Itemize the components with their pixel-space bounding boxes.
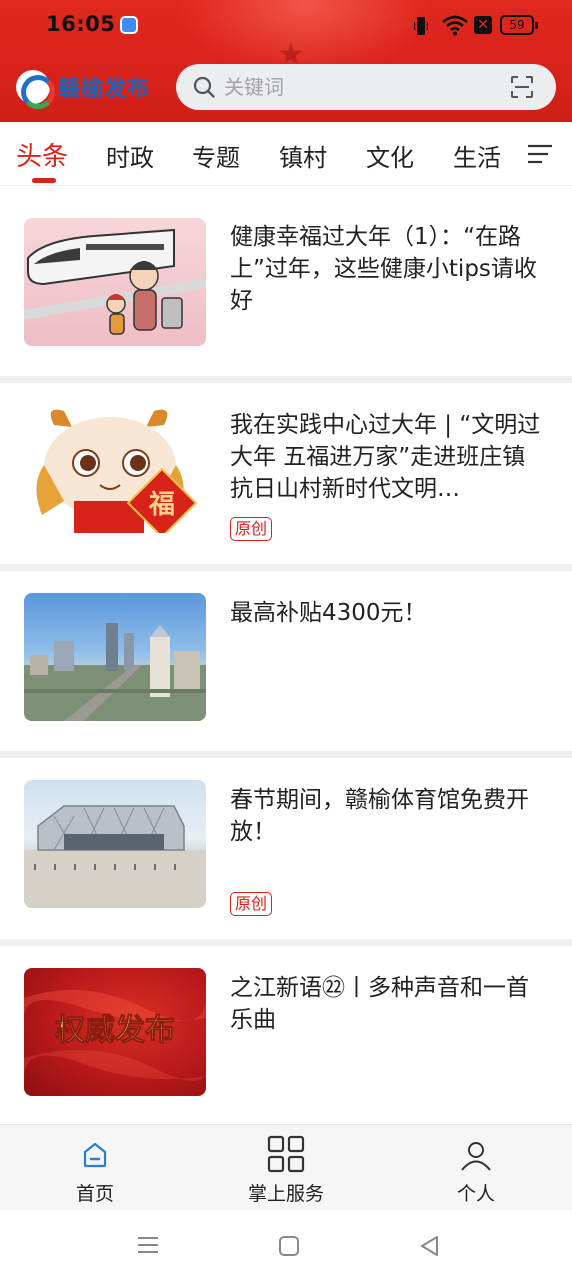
cartoon-train-image bbox=[24, 228, 206, 335]
article-title[interactable]: 之江新语㉒丨多种声音和一首乐曲 bbox=[230, 972, 548, 1036]
original-badge: 原创 bbox=[230, 517, 273, 541]
tab-politics[interactable]: 时政 bbox=[106, 138, 154, 173]
divider bbox=[0, 751, 572, 758]
divider bbox=[0, 939, 572, 946]
authority-release-image: 权威发布 bbox=[24, 990, 206, 1081]
article-thumbnail bbox=[24, 780, 206, 908]
ganyu-logo-icon bbox=[16, 70, 55, 109]
search-bar[interactable] bbox=[176, 64, 556, 110]
back-icon[interactable] bbox=[418, 1234, 440, 1258]
home-button-icon[interactable] bbox=[278, 1235, 300, 1257]
tab-towns[interactable]: 镇村 bbox=[279, 138, 327, 173]
list-item[interactable]: 福 我在实践中心过大年 | “文明过大年 五福进万家”走进班庄镇抗日山村新时代文… bbox=[0, 383, 572, 564]
divider bbox=[0, 376, 572, 383]
thumbnail-caption: 权威发布 bbox=[54, 1013, 175, 1048]
brand: 赣榆发布 bbox=[16, 68, 151, 109]
brand-name: 赣榆发布 bbox=[58, 77, 151, 102]
sim-error-icon: ✕ bbox=[474, 16, 492, 34]
tab-topics[interactable]: 专题 bbox=[192, 138, 240, 173]
home-icon bbox=[83, 1142, 107, 1168]
list-item[interactable]: 最高补贴4300元！ bbox=[0, 571, 572, 751]
person-icon bbox=[461, 1142, 491, 1171]
scan-icon[interactable] bbox=[510, 75, 534, 99]
channel-tabs: 头条 时政 专题 镇村 文化 生活 bbox=[0, 122, 572, 186]
nav-profile[interactable]: 个人 bbox=[406, 1125, 546, 1211]
channel-menu-icon[interactable] bbox=[526, 142, 554, 166]
app-notification-icon bbox=[120, 16, 138, 34]
cartoon-dragon-image: 福 bbox=[36, 409, 198, 533]
nav-services-label: 掌上服务 bbox=[247, 1183, 324, 1205]
vibrate-icon bbox=[414, 17, 428, 35]
bottom-nav: 首页 掌上服务 个人 bbox=[0, 1124, 572, 1210]
system-navigation-bar bbox=[0, 1210, 572, 1280]
article-thumbnail bbox=[24, 593, 206, 721]
article-title[interactable]: 最高补贴4300元！ bbox=[230, 597, 548, 629]
search-input[interactable] bbox=[224, 75, 494, 99]
article-thumbnail bbox=[24, 218, 206, 346]
nav-services[interactable]: 掌上服务 bbox=[216, 1125, 356, 1211]
svg-text:福: 福 bbox=[148, 490, 175, 520]
article-thumbnail: 福 bbox=[24, 405, 206, 533]
original-badge: 原创 bbox=[230, 892, 273, 916]
article-title[interactable]: 健康幸福过大年（1）：“在路上”过年，这些健康小tips请收好 bbox=[230, 221, 548, 317]
article-thumbnail: 权威发布 bbox=[24, 968, 206, 1096]
gymnasium-image bbox=[24, 805, 206, 908]
wifi-icon bbox=[442, 15, 468, 36]
search-icon bbox=[193, 76, 215, 98]
article-title[interactable]: 我在实践中心过大年 | “文明过大年 五福进万家”走进班庄镇抗日山村新时代文明… bbox=[230, 409, 548, 505]
tab-life[interactable]: 生活 bbox=[453, 138, 501, 173]
recents-icon[interactable] bbox=[136, 1235, 160, 1255]
status-time: 16:05 bbox=[46, 12, 116, 36]
article-title[interactable]: 春节期间，赣榆体育馆免费开放！ bbox=[230, 784, 548, 848]
divider bbox=[0, 564, 572, 571]
nav-profile-label: 个人 bbox=[456, 1183, 495, 1205]
tab-headlines[interactable]: 头条 bbox=[16, 136, 68, 183]
app-header: ★ 16:05 ✕ 59 赣榆发布 bbox=[0, 0, 572, 122]
nav-home[interactable]: 首页 bbox=[25, 1125, 165, 1211]
city-skyline-image bbox=[24, 623, 206, 721]
list-item[interactable]: 春节期间，赣榆体育馆免费开放！ 原创 bbox=[0, 758, 572, 939]
list-item[interactable]: 权威发布 之江新语㉒丨多种声音和一首乐曲 bbox=[0, 946, 572, 1124]
battery-icon: 59 bbox=[500, 15, 538, 35]
list-item[interactable]: 健康幸福过大年（1）：“在路上”过年，这些健康小tips请收好 bbox=[0, 187, 572, 376]
nav-home-label: 首页 bbox=[75, 1183, 114, 1205]
grid-services-icon bbox=[267, 1135, 305, 1173]
status-bar: 16:05 ✕ 59 bbox=[0, 0, 572, 52]
tab-culture[interactable]: 文化 bbox=[366, 138, 414, 173]
